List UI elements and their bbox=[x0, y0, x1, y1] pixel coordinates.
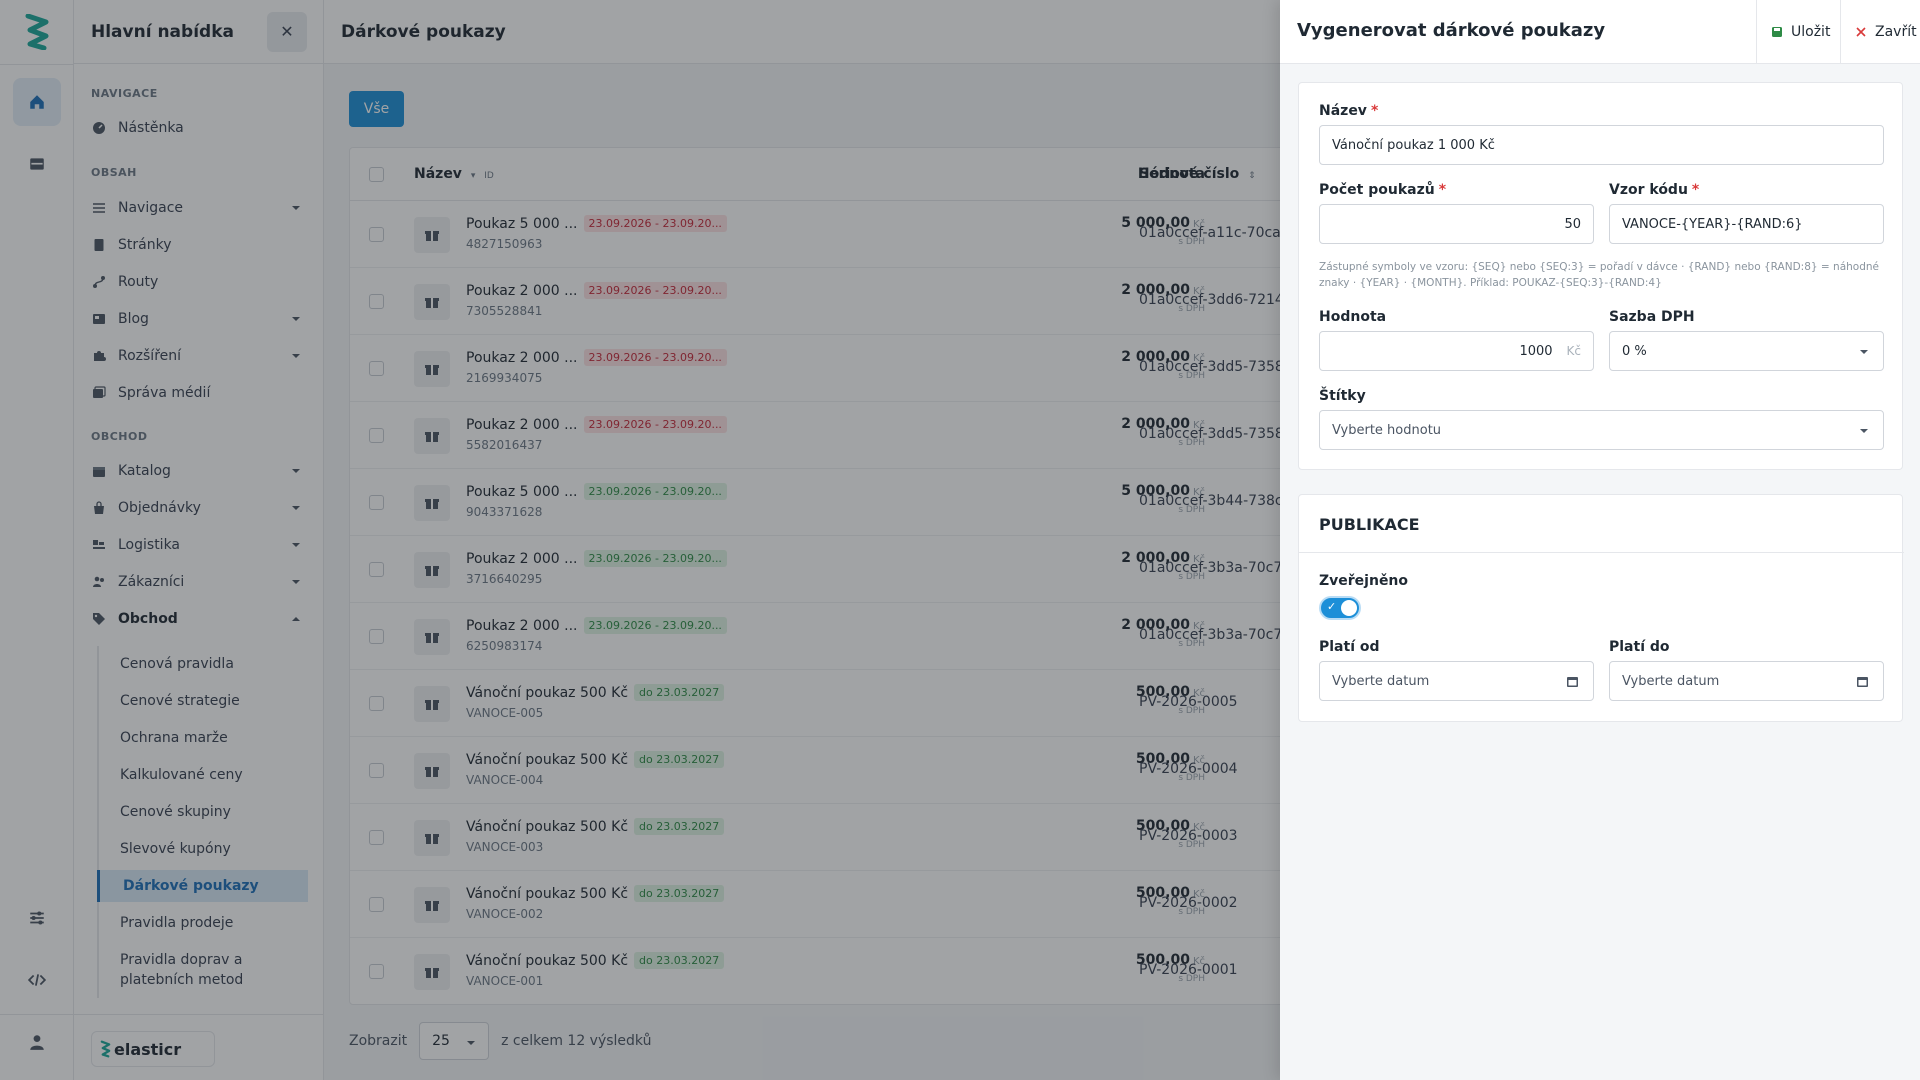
label-text: Název bbox=[1319, 103, 1367, 119]
check-icon: ✓ bbox=[1327, 600, 1337, 613]
published-label: Zveřejněno bbox=[1319, 573, 1409, 589]
save-icon bbox=[1772, 27, 1782, 37]
drawer-title: Vygenerovat dárkové poukazy bbox=[1297, 20, 1606, 41]
code-pattern-input[interactable]: VANOCE-{YEAR}-{RAND:6} bbox=[1609, 204, 1884, 244]
valid-to-datepicker[interactable]: Vyberte datum bbox=[1609, 661, 1884, 701]
calendar-icon bbox=[1857, 677, 1868, 687]
card-divider bbox=[1299, 552, 1904, 553]
valid-from-datepicker[interactable]: Vyberte datum bbox=[1319, 661, 1594, 701]
value-input-value: 1000 bbox=[1519, 343, 1553, 359]
publication-card: PUBLIKACE Zveřejněno ✓ Platí od Vyberte … bbox=[1298, 494, 1904, 722]
vat-rate-select[interactable]: 0 % bbox=[1609, 331, 1884, 371]
value-field-label: Hodnota bbox=[1319, 309, 1387, 325]
close-icon bbox=[1856, 27, 1866, 37]
chevron-down-icon bbox=[1860, 350, 1868, 354]
save-label: Uložit bbox=[1791, 24, 1831, 40]
name-input-value: Vánoční poukaz 1 000 Kč bbox=[1332, 137, 1495, 153]
published-toggle[interactable]: ✓ bbox=[1319, 596, 1361, 620]
required-marker: * bbox=[1438, 182, 1447, 198]
valid-from-label: Platí od bbox=[1319, 639, 1380, 655]
name-input[interactable]: Vánoční poukaz 1 000 Kč bbox=[1319, 125, 1884, 165]
pattern-field-label: Vzor kódu * bbox=[1609, 182, 1699, 198]
valid-to-placeholder: Vyberte datum bbox=[1622, 673, 1720, 689]
required-marker: * bbox=[1691, 182, 1700, 198]
vat-field-label: Sazba DPH bbox=[1609, 309, 1695, 325]
save-button[interactable]: Uložit bbox=[1756, 0, 1840, 64]
required-marker: * bbox=[1370, 103, 1379, 119]
count-field-label: Počet poukazů * bbox=[1319, 182, 1446, 198]
label-text: Vzor kódu bbox=[1609, 182, 1688, 198]
toggle-knob bbox=[1341, 600, 1357, 616]
close-button[interactable]: Zavřít bbox=[1840, 0, 1920, 64]
voucher-form-card: Název * Vánoční poukaz 1 000 Kč Počet pou… bbox=[1298, 82, 1903, 470]
vat-rate-value: 0 % bbox=[1622, 343, 1647, 359]
valid-to-label: Platí do bbox=[1609, 639, 1670, 655]
tags-field-label: Štítky bbox=[1319, 388, 1366, 404]
tags-placeholder: Vyberte hodnotu bbox=[1332, 422, 1442, 438]
chevron-down-icon bbox=[1860, 429, 1868, 433]
value-input[interactable]: 1000 Kč bbox=[1319, 331, 1594, 371]
count-input-value: 50 bbox=[1564, 216, 1581, 232]
calendar-icon bbox=[1567, 677, 1578, 687]
valid-from-placeholder: Vyberte datum bbox=[1332, 673, 1430, 689]
tags-select[interactable]: Vyberte hodnotu bbox=[1319, 410, 1884, 450]
label-text: Počet poukazů bbox=[1319, 182, 1435, 198]
close-label: Zavřít bbox=[1875, 24, 1917, 40]
code-pattern-value: VANOCE-{YEAR}-{RAND:6} bbox=[1622, 216, 1803, 232]
currency-suffix: Kč bbox=[1566, 344, 1581, 358]
generate-vouchers-drawer: Vygenerovat dárkové poukazy Uložit Zavří… bbox=[1280, 0, 1920, 1080]
drawer-header: Vygenerovat dárkové poukazy Uložit Zavří… bbox=[1280, 0, 1920, 64]
count-input[interactable]: 50 bbox=[1319, 204, 1594, 244]
pattern-hint: Zástupné symboly ve vzoru: {SEQ} nebo {S… bbox=[1319, 261, 1879, 289]
name-field-label: Název * bbox=[1319, 103, 1378, 119]
publication-title: PUBLIKACE bbox=[1319, 515, 1420, 534]
modal-backdrop[interactable] bbox=[0, 0, 1280, 1080]
